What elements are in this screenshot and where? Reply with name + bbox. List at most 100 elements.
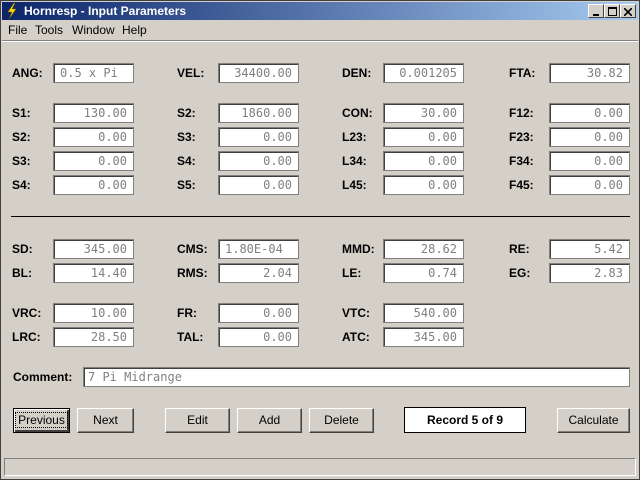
- menu-window[interactable]: Window: [72, 23, 115, 37]
- calculate-button[interactable]: Calculate: [557, 408, 630, 433]
- label-atc: ATC:: [342, 330, 370, 344]
- status-bar: [4, 458, 636, 476]
- next-button[interactable]: Next: [77, 408, 134, 433]
- next-button-label: Next: [93, 413, 118, 427]
- field-cms[interactable]: 1.80E-04: [218, 239, 299, 259]
- field-s3[interactable]: 0.00: [53, 151, 134, 171]
- label-cms: CMS:: [177, 242, 208, 256]
- label-fr: FR:: [177, 306, 197, 320]
- field-vtc[interactable]: 540.00: [383, 303, 464, 323]
- label-bl: BL:: [12, 266, 32, 280]
- field-vrc[interactable]: 10.00: [53, 303, 134, 323]
- field-sd[interactable]: 345.00: [53, 239, 134, 259]
- field-lrc[interactable]: 28.50: [53, 327, 134, 347]
- field-l23[interactable]: 0.00: [383, 127, 464, 147]
- main-window: Hornresp - Input Parameters File Tools W…: [0, 0, 640, 480]
- label-tal: TAL:: [177, 330, 204, 344]
- label-s5: S5:: [177, 178, 196, 192]
- previous-button-label: Previous: [15, 412, 68, 428]
- label-comment: Comment:: [13, 370, 73, 384]
- field-con[interactable]: 30.00: [383, 103, 464, 123]
- field-eg[interactable]: 2.83: [549, 263, 630, 283]
- label-f23: F23:: [509, 130, 534, 144]
- record-indicator: Record 5 of 9: [404, 407, 526, 433]
- lightning-icon: [7, 3, 17, 19]
- field-l34[interactable]: 0.00: [383, 151, 464, 171]
- label-vel: VEL:: [177, 66, 205, 80]
- field-fr[interactable]: 0.00: [218, 303, 299, 323]
- previous-button[interactable]: Previous: [13, 408, 70, 433]
- field-s4[interactable]: 0.00: [53, 175, 134, 195]
- close-icon: [623, 7, 633, 17]
- field-f12[interactable]: 0.00: [549, 103, 630, 123]
- label-s3-col2: S3:: [177, 130, 196, 144]
- label-s2: S2:: [12, 130, 31, 144]
- label-ang: ANG:: [12, 66, 43, 80]
- field-f34[interactable]: 0.00: [549, 151, 630, 171]
- close-button[interactable]: [620, 4, 636, 18]
- comment-field[interactable]: 7 Pi Midrange: [83, 367, 630, 387]
- field-f45[interactable]: 0.00: [549, 175, 630, 195]
- add-button-label: Add: [258, 413, 281, 427]
- label-den: DEN:: [342, 66, 372, 80]
- delete-button-label: Delete: [324, 413, 359, 427]
- add-button[interactable]: Add: [237, 408, 302, 433]
- minimize-button[interactable]: [588, 4, 604, 18]
- field-s4-col2[interactable]: 0.00: [218, 151, 299, 171]
- label-vrc: VRC:: [12, 306, 42, 320]
- menu-bar: File Tools Window Help: [2, 21, 638, 39]
- field-rms[interactable]: 2.04: [218, 263, 299, 283]
- field-s1[interactable]: 130.00: [53, 103, 134, 123]
- field-s2[interactable]: 0.00: [53, 127, 134, 147]
- field-atc[interactable]: 345.00: [383, 327, 464, 347]
- label-re: RE:: [509, 242, 530, 256]
- field-re[interactable]: 5.42: [549, 239, 630, 259]
- field-mmd[interactable]: 28.62: [383, 239, 464, 259]
- title-bar[interactable]: Hornresp - Input Parameters: [2, 2, 638, 20]
- field-s3-col2[interactable]: 0.00: [218, 127, 299, 147]
- label-vtc: VTC:: [342, 306, 370, 320]
- label-eg: EG:: [509, 266, 531, 280]
- label-s1: S1:: [12, 106, 31, 120]
- label-sd: SD:: [12, 242, 33, 256]
- menu-file[interactable]: File: [8, 23, 27, 37]
- label-s4-col2: S4:: [177, 154, 196, 168]
- label-s2-col2: S2:: [177, 106, 196, 120]
- edit-button[interactable]: Edit: [165, 408, 230, 433]
- field-le[interactable]: 0.74: [383, 263, 464, 283]
- label-f45: F45:: [509, 178, 534, 192]
- section-divider: [11, 216, 630, 217]
- label-rms: RMS:: [177, 266, 208, 280]
- label-s4: S4:: [12, 178, 31, 192]
- label-l23: L23:: [342, 130, 367, 144]
- maximize-button[interactable]: [604, 4, 620, 18]
- label-con: CON:: [342, 106, 373, 120]
- calculate-button-label: Calculate: [568, 413, 619, 427]
- field-den[interactable]: 0.001205: [383, 63, 464, 83]
- label-l34: L34:: [342, 154, 367, 168]
- menu-tools[interactable]: Tools: [35, 23, 63, 37]
- field-vel[interactable]: 34400.00: [218, 63, 299, 83]
- label-mmd: MMD:: [342, 242, 375, 256]
- maximize-icon: [607, 7, 617, 16]
- field-tal[interactable]: 0.00: [218, 327, 299, 347]
- label-l45: L45:: [342, 178, 367, 192]
- field-s5[interactable]: 0.00: [218, 175, 299, 195]
- edit-button-label: Edit: [187, 413, 208, 427]
- menu-help[interactable]: Help: [122, 23, 147, 37]
- label-f12: F12:: [509, 106, 534, 120]
- field-ang[interactable]: 0.5 x Pi: [53, 63, 134, 83]
- label-s3: S3:: [12, 154, 31, 168]
- field-bl[interactable]: 14.40: [53, 263, 134, 283]
- label-lrc: LRC:: [12, 330, 41, 344]
- menu-separator: [2, 40, 638, 42]
- label-fta: FTA:: [509, 66, 536, 80]
- delete-button[interactable]: Delete: [309, 408, 374, 433]
- field-s2-col2[interactable]: 1860.00: [218, 103, 299, 123]
- field-fta[interactable]: 30.82: [549, 63, 630, 83]
- field-f23[interactable]: 0.00: [549, 127, 630, 147]
- field-l45[interactable]: 0.00: [383, 175, 464, 195]
- label-f34: F34:: [509, 154, 534, 168]
- window-title: Hornresp - Input Parameters: [24, 4, 187, 18]
- label-le: LE:: [342, 266, 362, 280]
